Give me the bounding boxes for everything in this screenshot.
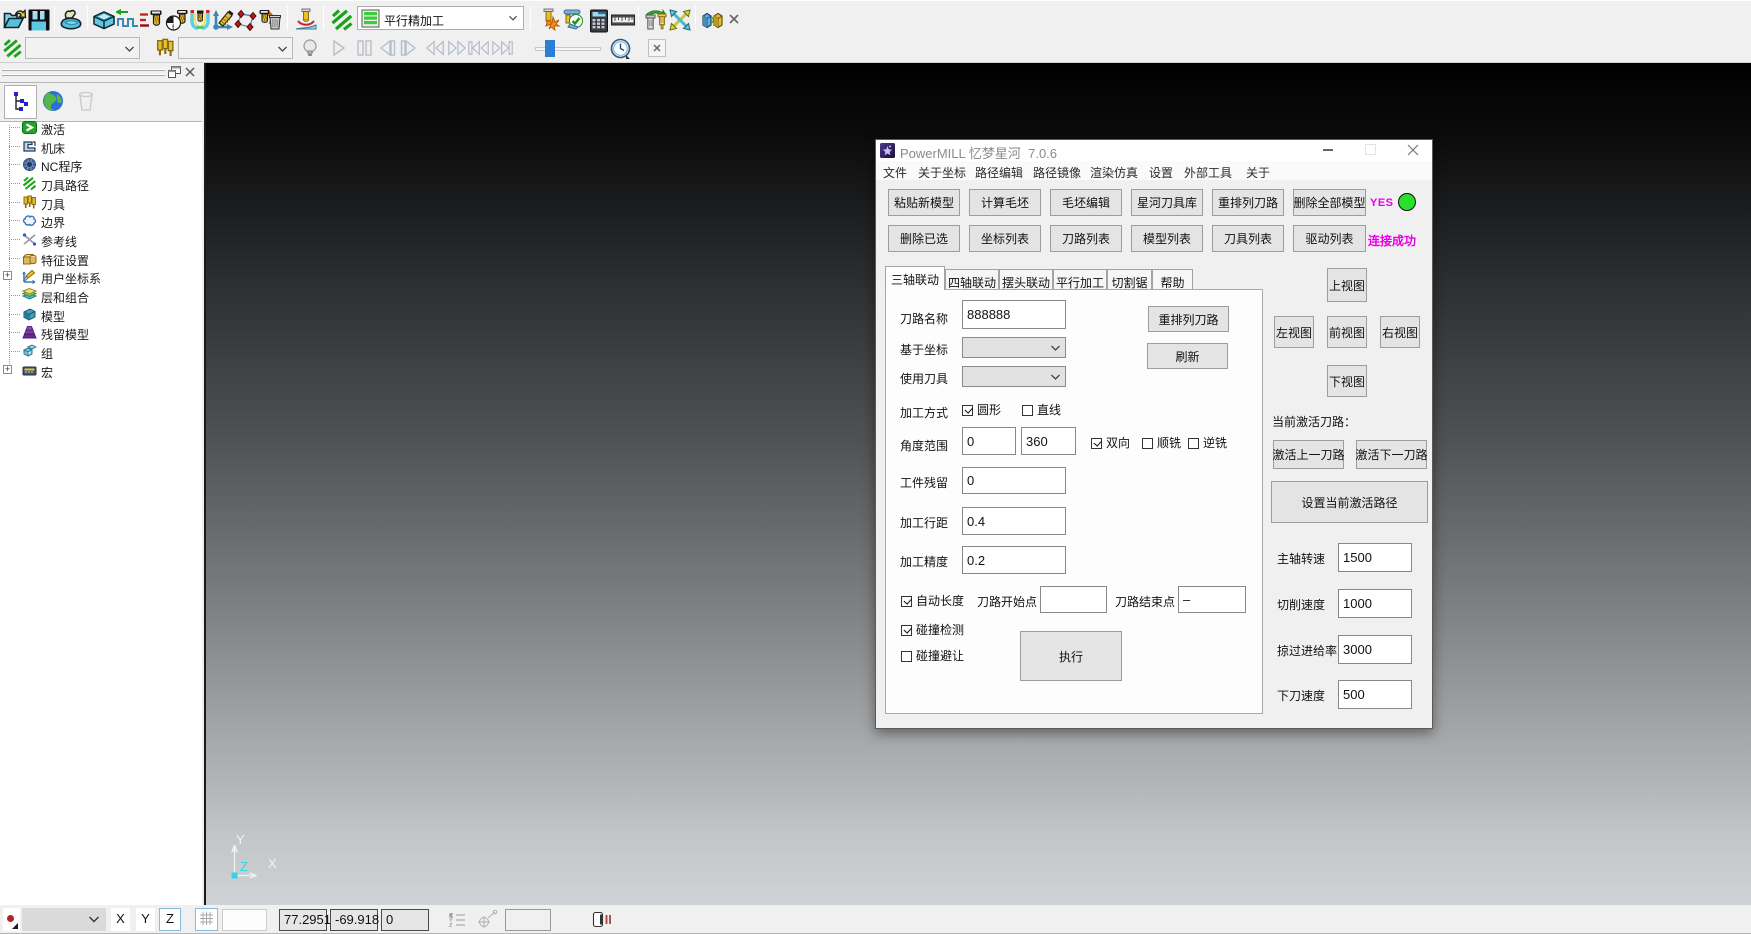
svg-text:Y: Y — [236, 835, 245, 847]
svg-text:Z: Z — [240, 859, 248, 874]
svg-text:X: X — [268, 856, 277, 871]
